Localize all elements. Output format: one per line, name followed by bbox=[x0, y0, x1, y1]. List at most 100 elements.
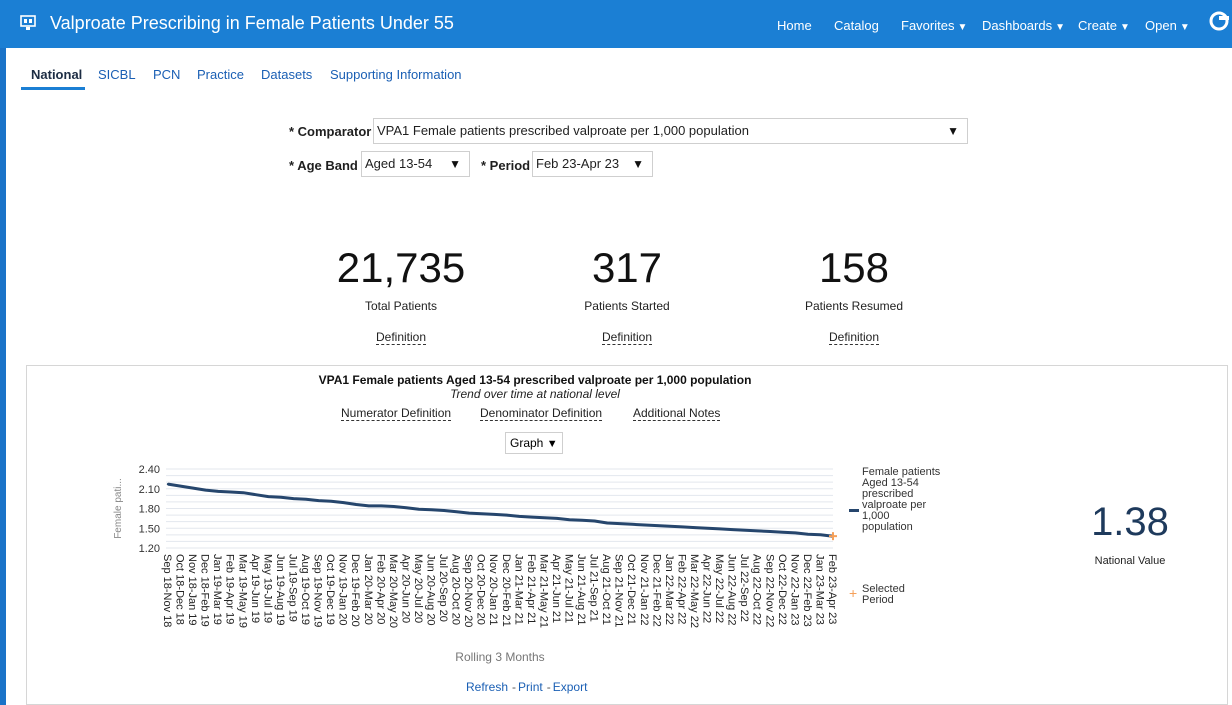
data-point bbox=[580, 519, 584, 522]
x-tick-label: Nov 21-Jan 22 bbox=[638, 554, 650, 626]
data-point bbox=[392, 505, 396, 508]
user-avatar-icon[interactable] bbox=[1206, 10, 1232, 41]
print-link[interactable]: Print bbox=[518, 680, 543, 694]
kpi-total-patients-definition[interactable]: Definition bbox=[281, 330, 521, 345]
data-point bbox=[718, 527, 722, 531]
data-point bbox=[781, 531, 785, 534]
chart-title: VPA1 Female patients Aged 13-54 prescrib… bbox=[318, 373, 752, 387]
x-tick-label: Nov 20-Jan 21 bbox=[487, 554, 499, 626]
nav-create[interactable]: Create ▼ bbox=[1078, 18, 1130, 33]
x-tick-label: Jun 19-Aug 19 bbox=[274, 554, 286, 626]
definition-link[interactable]: Definition bbox=[828, 330, 880, 345]
data-point bbox=[706, 527, 709, 530]
comparator-select[interactable]: VPA1 Female patients prescribed valproat… bbox=[373, 118, 968, 144]
kpi-total-patients-label: Total Patients bbox=[364, 299, 438, 313]
data-point bbox=[380, 504, 383, 508]
national-value: 1.38 bbox=[1091, 500, 1169, 544]
nav-open[interactable]: Open ▼ bbox=[1145, 18, 1190, 33]
denominator-definition-link[interactable]: Denominator Definition bbox=[480, 406, 603, 421]
data-point bbox=[731, 528, 734, 531]
comparator-value: VPA1 Female patients prescribed valproat… bbox=[377, 123, 749, 138]
x-tick-label: Feb 23-Apr 23 bbox=[826, 554, 838, 624]
nav-dashboards-label: Dashboards bbox=[982, 18, 1053, 33]
tab-datasets[interactable]: Datasets bbox=[261, 67, 312, 82]
app-title: Valproate Prescribing in Female Patients… bbox=[50, 13, 454, 33]
ageband-select[interactable]: Aged 13-54 ▼ bbox=[361, 151, 470, 177]
data-point bbox=[279, 496, 283, 499]
view-select-value: Graph bbox=[510, 436, 544, 450]
x-tick-label: Aug 20-Oct 20 bbox=[450, 554, 462, 625]
kpi-patients-resumed-definition[interactable]: Definition bbox=[734, 330, 974, 345]
data-point bbox=[668, 525, 672, 528]
x-tick-label: Sep 20-Nov 20 bbox=[462, 554, 474, 627]
legend-series-swatch bbox=[849, 509, 859, 512]
separator: - bbox=[546, 680, 551, 694]
refresh-link[interactable]: Refresh bbox=[466, 680, 508, 694]
definition-link[interactable]: Definition bbox=[601, 330, 653, 345]
x-tick-label: Feb 20-Apr 20 bbox=[374, 554, 386, 624]
x-tick-label: Jul 22-Sep 22 bbox=[738, 554, 750, 622]
tab-supporting-information[interactable]: Supporting Information bbox=[330, 67, 462, 82]
data-point bbox=[568, 518, 571, 521]
x-tick-label: Jan 22-Mar 22 bbox=[663, 554, 675, 625]
numerator-definition-link[interactable]: Numerator Definition bbox=[341, 406, 452, 421]
tab-practice[interactable]: Practice bbox=[197, 67, 244, 82]
dropdown-arrow-icon: ▼ bbox=[632, 157, 644, 171]
x-tick-label: Apr 22-Jun 22 bbox=[701, 554, 713, 623]
legend-series-label: Female patients Aged 13-54 prescribed va… bbox=[862, 466, 941, 533]
data-point bbox=[555, 517, 559, 520]
tab-sicbl[interactable]: SICBL bbox=[98, 67, 136, 82]
data-point bbox=[743, 529, 747, 532]
x-tick-label: Jan 20-Mar 20 bbox=[362, 554, 374, 625]
data-point bbox=[806, 532, 810, 536]
x-tick-label: May 21-Jul 21 bbox=[563, 554, 575, 623]
nav-dashboards[interactable]: Dashboards ▼ bbox=[982, 18, 1065, 33]
line-chart: 2.40 2.10 1.80 1.50 1.20 Female pati... Sep 18… bbox=[113, 464, 838, 628]
x-tick-label: Oct 20-Dec 20 bbox=[475, 554, 487, 625]
x-tick-label: Nov 18-Jan 19 bbox=[186, 554, 198, 626]
kpi-patients-resumed-label: Patients Resumed bbox=[804, 299, 904, 313]
x-tick-label: Mar 22-May 22 bbox=[688, 554, 700, 628]
data-point bbox=[405, 506, 408, 510]
data-point bbox=[693, 526, 697, 529]
x-tick-label: Feb 21-Apr 21 bbox=[525, 554, 537, 624]
nav-open-label: Open bbox=[1145, 18, 1177, 33]
data-point bbox=[643, 523, 646, 527]
data-point bbox=[605, 521, 609, 525]
data-point bbox=[442, 509, 446, 512]
period-select[interactable]: Feb 23-Apr 23 ▼ bbox=[532, 151, 653, 177]
caret-down-icon: ▼ bbox=[1120, 22, 1130, 33]
tab-pcn[interactable]: PCN bbox=[153, 67, 180, 82]
period-value: Feb 23-Apr 23 bbox=[536, 156, 620, 171]
nav-home[interactable]: Home bbox=[777, 18, 812, 33]
caret-down-icon: ▼ bbox=[957, 22, 968, 33]
y-tick-label: 1.80 bbox=[139, 504, 160, 516]
nav-favorites[interactable]: Favorites ▼ bbox=[901, 18, 967, 33]
data-point bbox=[430, 508, 433, 512]
view-select[interactable]: Graph ▼ bbox=[505, 432, 563, 454]
dropdown-arrow-icon: ▼ bbox=[546, 438, 558, 450]
selected-period-marker-icon: + bbox=[849, 585, 858, 601]
x-tick-label: Sep 21-Nov 21 bbox=[613, 554, 625, 627]
caret-down-icon: ▼ bbox=[1055, 22, 1066, 33]
nav-catalog[interactable]: Catalog bbox=[834, 18, 879, 33]
period-label: * Period bbox=[481, 158, 531, 173]
definition-link[interactable]: Definition bbox=[375, 330, 427, 345]
chart-subtitle: Trend over time at national level bbox=[450, 387, 620, 401]
tab-national[interactable]: National bbox=[31, 67, 82, 82]
y-tick-label: 2.10 bbox=[139, 484, 160, 496]
x-tick-label: Apr 19-Jun 19 bbox=[249, 554, 261, 623]
national-value-label: National Value bbox=[1094, 555, 1166, 567]
ageband-value: Aged 13-54 bbox=[365, 156, 433, 171]
export-link[interactable]: Export bbox=[553, 680, 588, 694]
x-axis-title: Rolling 3 Months bbox=[455, 650, 545, 664]
x-tick-label: Apr 20-Jun 20 bbox=[399, 554, 411, 623]
data-point bbox=[367, 504, 370, 508]
kpi-patients-started-value: 317 bbox=[591, 244, 663, 291]
data-point bbox=[631, 523, 634, 526]
x-tick-label: Apr 21-Jun 21 bbox=[550, 554, 562, 623]
data-point bbox=[505, 513, 508, 517]
x-tick-label: Sep 22-Nov 22 bbox=[763, 554, 775, 627]
kpi-patients-started-definition[interactable]: Definition bbox=[507, 330, 747, 345]
additional-notes-link[interactable]: Additional Notes bbox=[633, 406, 721, 421]
